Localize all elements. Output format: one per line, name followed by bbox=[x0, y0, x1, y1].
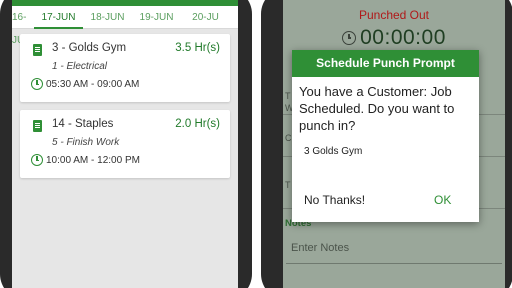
field-label-partial: T bbox=[285, 180, 291, 190]
field-label-partial: T bbox=[285, 91, 291, 101]
tab-16-jun[interactable]: 16-JUN bbox=[12, 6, 34, 46]
schedule-screen: 16-JUN 17-JUN 18-JUN 19-JUN 20-JU 3 - Go… bbox=[12, 0, 238, 288]
timer-row: 00:00:00 bbox=[283, 26, 505, 50]
clock-icon bbox=[31, 154, 43, 166]
job-task: 5 - Finish Work bbox=[52, 137, 120, 148]
notes-underline bbox=[286, 263, 502, 264]
clock-icon bbox=[342, 31, 357, 45]
tab-19-jun[interactable]: 19-JUN bbox=[132, 6, 181, 29]
clock-icon bbox=[31, 78, 43, 90]
schedule-punch-dialog: Schedule Punch Prompt You have a Custome… bbox=[292, 50, 479, 222]
job-hours: 3.5 Hr(s) bbox=[175, 42, 220, 54]
field-label-partial: C bbox=[285, 133, 292, 143]
ok-button[interactable]: OK bbox=[434, 193, 451, 207]
job-card[interactable]: 3 - Golds Gym 3.5 Hr(s) 1 - Electrical 0… bbox=[20, 34, 230, 102]
punch-timer: 00:00:00 bbox=[360, 26, 446, 49]
punch-screen: Punched Out 00:00:00 T W C T Notes Enter… bbox=[283, 0, 505, 288]
no-thanks-button[interactable]: No Thanks! bbox=[304, 193, 365, 207]
job-task: 1 - Electrical bbox=[52, 61, 108, 72]
job-time-range: 05:30 AM - 09:00 AM bbox=[46, 79, 140, 90]
job-title: 14 - Staples bbox=[52, 118, 114, 130]
dialog-customer: 3 Golds Gym bbox=[304, 146, 363, 157]
date-tab-bar: 16-JUN 17-JUN 18-JUN 19-JUN 20-JU bbox=[12, 6, 238, 46]
dialog-title: Schedule Punch Prompt bbox=[292, 50, 479, 77]
tab-20-jun[interactable]: 20-JU bbox=[181, 6, 230, 29]
job-title: 3 - Golds Gym bbox=[52, 42, 127, 54]
job-hours: 2.0 Hr(s) bbox=[175, 118, 220, 130]
job-card[interactable]: 14 - Staples 2.0 Hr(s) 5 - Finish Work 1… bbox=[20, 110, 230, 178]
notes-input[interactable]: Enter Notes bbox=[291, 242, 349, 254]
document-icon bbox=[33, 44, 42, 56]
job-time-range: 10:00 AM - 12:00 PM bbox=[46, 155, 140, 166]
document-icon bbox=[33, 120, 42, 132]
tab-17-jun[interactable]: 17-JUN bbox=[34, 6, 83, 29]
tab-18-jun[interactable]: 18-JUN bbox=[83, 6, 132, 29]
phone-frame-left: 16-JUN 17-JUN 18-JUN 19-JUN 20-JU 3 - Go… bbox=[0, 0, 252, 288]
punch-status: Punched Out bbox=[358, 8, 430, 22]
phone-frame-right: Punched Out 00:00:00 T W C T Notes Enter… bbox=[261, 0, 512, 288]
dialog-message: You have a Customer: Job Scheduled. Do y… bbox=[299, 84, 455, 133]
